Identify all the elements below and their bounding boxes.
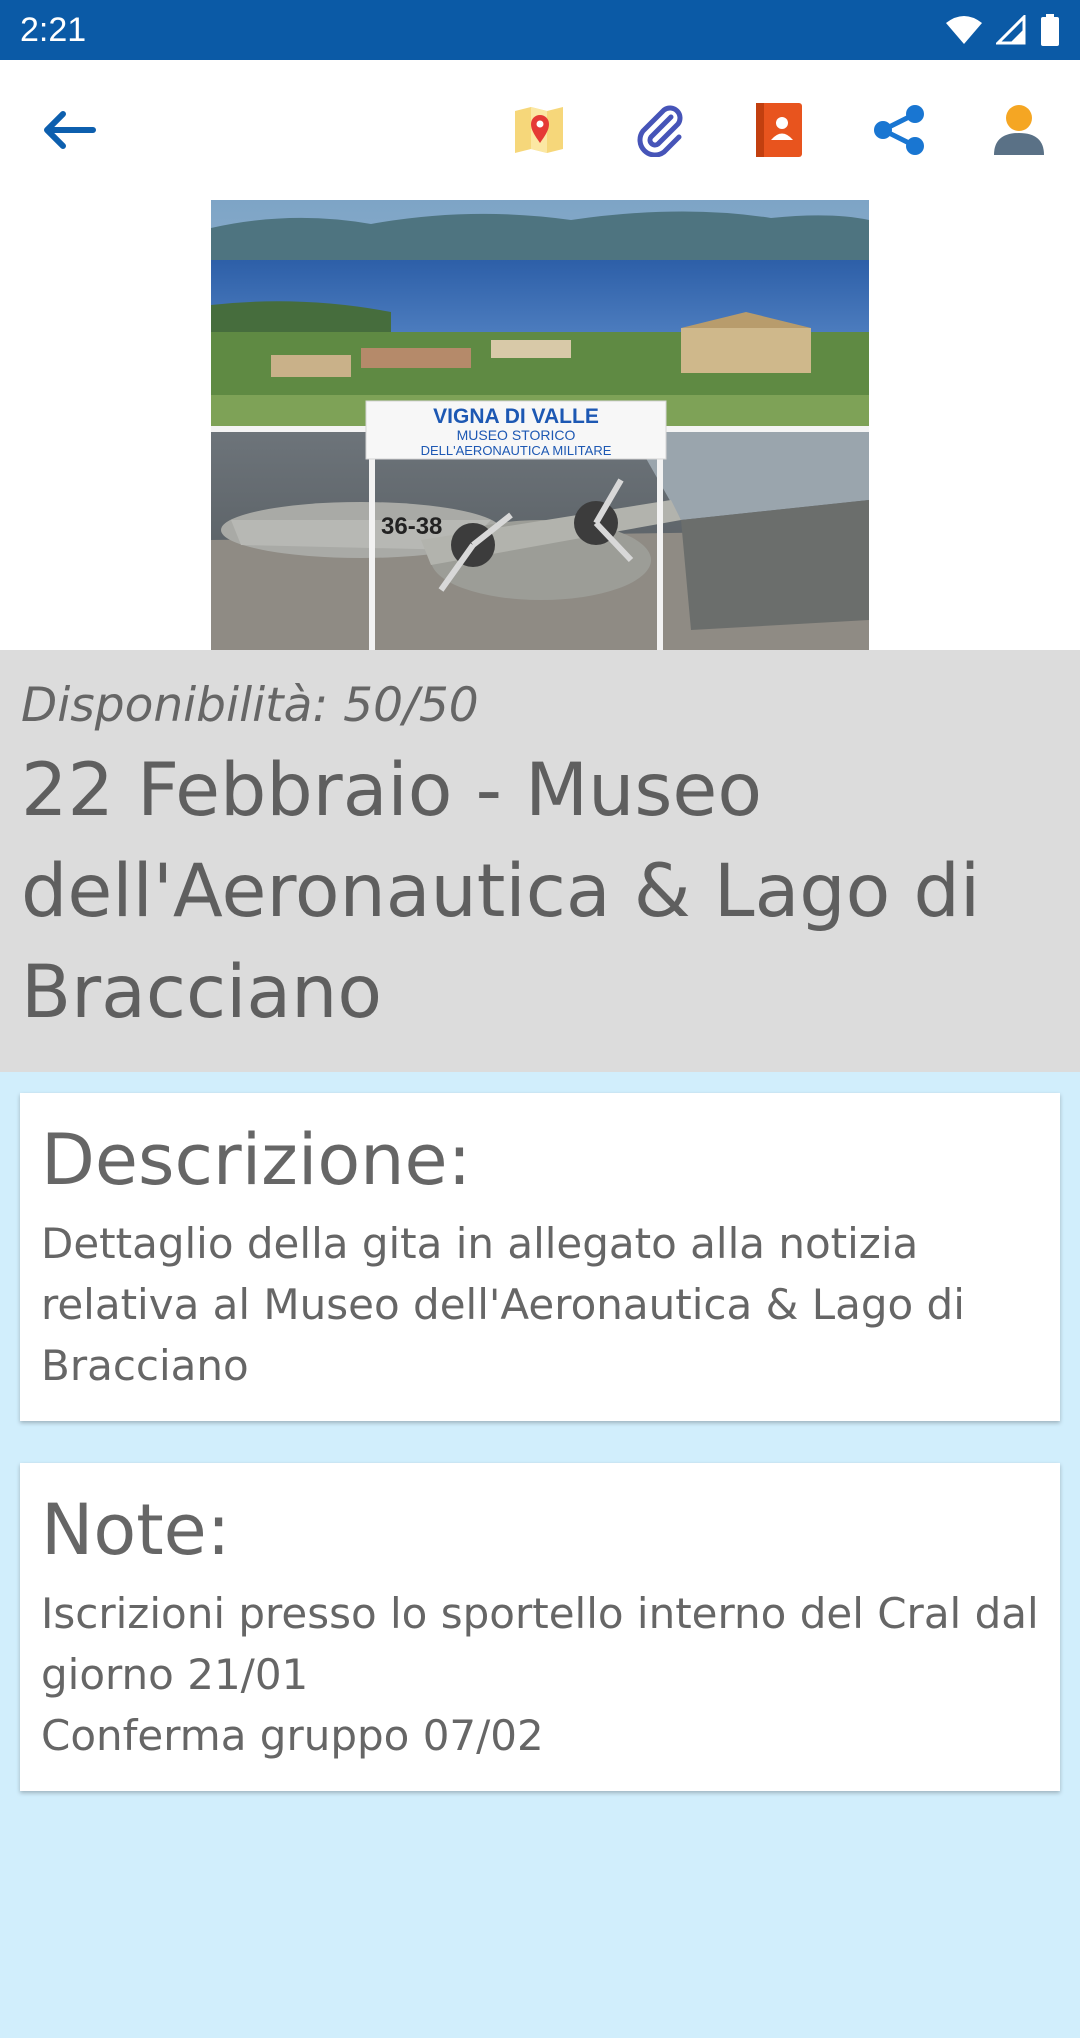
battery-icon xyxy=(1041,14,1059,46)
paperclip-icon xyxy=(637,105,683,157)
description-heading: Descrizione: xyxy=(41,1119,472,1201)
description-card: Descrizione: Dettaglio della gita in all… xyxy=(20,1093,1060,1421)
profile-button[interactable] xyxy=(987,98,1051,162)
event-photo: 36-38 VIGNA DI VALLE MUSEO STORICO DELL'… xyxy=(211,200,869,650)
map-button[interactable] xyxy=(507,98,571,162)
contacts-button[interactable] xyxy=(747,98,811,162)
status-bar: 2:21 xyxy=(0,0,1080,60)
arrow-left-icon xyxy=(44,111,96,149)
wifi-icon xyxy=(946,16,982,44)
share-icon xyxy=(874,105,924,155)
status-icons xyxy=(946,14,1060,46)
plane-code: 36-38 xyxy=(381,513,442,540)
sign-line-2: MUSEO STORICO xyxy=(457,427,576,443)
sign-line-3: DELL'AERONAUTICA MILITARE xyxy=(421,443,612,458)
sign-line-1: VIGNA DI VALLE xyxy=(433,405,599,428)
share-button[interactable] xyxy=(867,98,931,162)
attachment-button[interactable] xyxy=(628,98,692,162)
toolbar xyxy=(0,60,1080,200)
notes-text: Iscrizioni presso lo sportello interno d… xyxy=(41,1589,1039,1760)
contact-book-icon xyxy=(756,103,802,157)
map-pin-icon xyxy=(515,107,563,153)
event-header: Disponibilità: 50/50 22 Febbraio - Museo… xyxy=(0,650,1080,1072)
status-time: 2:21 xyxy=(20,10,87,49)
signal-icon xyxy=(996,15,1026,45)
description-text: Dettaglio della gita in allegato alla no… xyxy=(41,1219,965,1390)
notes-card: Note: Iscrizioni presso lo sportello int… xyxy=(20,1463,1060,1791)
back-button[interactable] xyxy=(38,98,102,162)
aviation-museum-photo: 36-38 VIGNA DI VALLE MUSEO STORICO DELL'… xyxy=(211,200,869,650)
event-title: 22 Febbraio - Museo dell'Aeronautica & L… xyxy=(21,748,981,1035)
notes-heading: Note: xyxy=(41,1489,231,1571)
availability-label: Disponibilità: 50/50 xyxy=(21,678,479,733)
hero-section: 36-38 VIGNA DI VALLE MUSEO STORICO DELL'… xyxy=(0,200,1080,650)
person-icon xyxy=(994,105,1044,155)
